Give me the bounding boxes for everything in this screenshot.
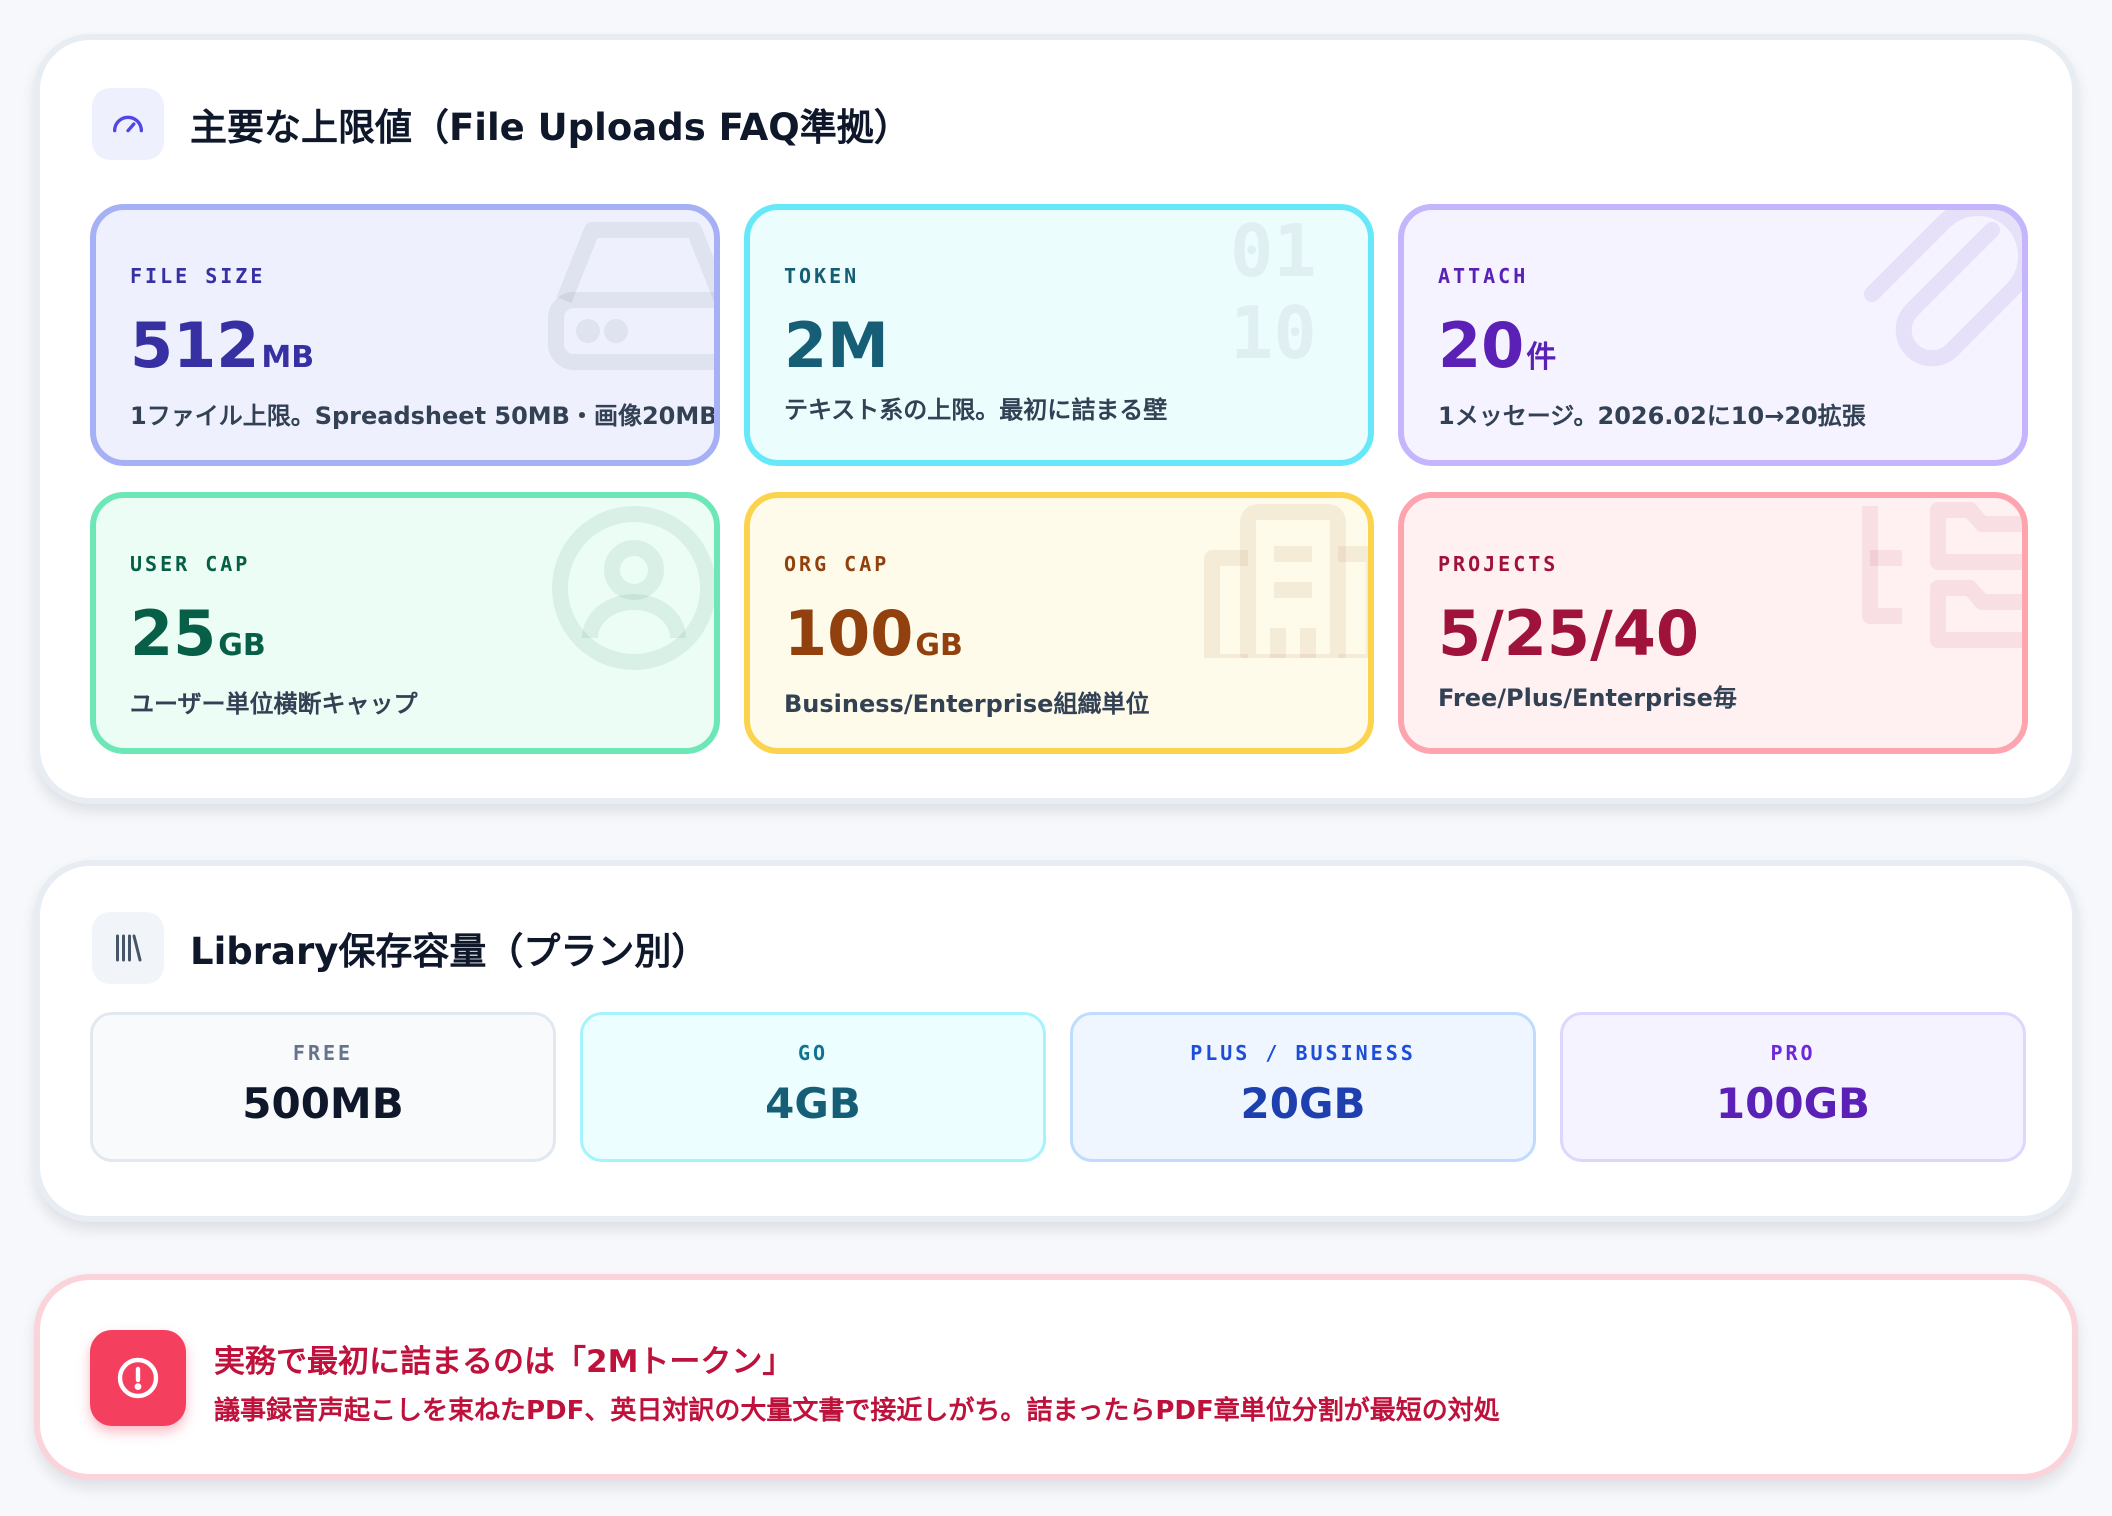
user-cap-desc: ユーザー単位横断キャップ xyxy=(130,690,418,718)
user-cap-value: 25GB xyxy=(130,597,266,670)
hard-drive-icon xyxy=(544,210,714,394)
binary-icon: 01 10 xyxy=(1228,210,1368,384)
limits-title: 主要な上限値（File Uploads FAQ準拠） xyxy=(190,106,911,149)
token-desc: テキスト系の上限。最初に詰まる壁 xyxy=(784,396,1168,424)
alert-panel: 実務で最初に詰まるのは「2Mトークン」 議事録音声起こしを束ねたPDF、英日対訳… xyxy=(34,1274,2078,1480)
projects-label: PROJECTS xyxy=(1438,552,1559,576)
user-cap-label: USER CAP xyxy=(130,552,251,576)
tier-plus-business: PLUS / BUSINESS 20GB xyxy=(1070,1012,1536,1162)
attach-value: 20件 xyxy=(1438,309,1557,382)
user-circle-icon xyxy=(544,498,714,682)
tier-free: FREE 500MB xyxy=(90,1012,556,1162)
alert-body: 議事録音声起こしを束ねたPDF、英日対訳の大量文書で接近しがち。詰まったらPDF… xyxy=(214,1396,1500,1426)
file-size-desc: 1ファイル上限。Spreadsheet 50MB・画像20MB xyxy=(130,402,718,430)
attach-desc: 1メッセージ。2026.02に10→20拡張 xyxy=(1438,402,1866,430)
tier-plus-business-value: 20GB xyxy=(1240,1079,1366,1128)
alert-circle-icon xyxy=(90,1330,186,1426)
folders-icon xyxy=(1862,498,2022,652)
tier-free-value: 500MB xyxy=(242,1079,404,1128)
projects-card: PROJECTS 5/25/40 Free/Plus/Enterprise毎 xyxy=(1398,492,2028,754)
user-cap-unit: GB xyxy=(218,628,266,663)
token-label: TOKEN xyxy=(784,264,860,288)
attach-label: ATTACH xyxy=(1438,264,1529,288)
tier-pro: PRO 100GB xyxy=(1560,1012,2026,1162)
tier-pro-label: PRO xyxy=(1770,1041,1816,1065)
org-cap-desc: Business/Enterprise組織単位 xyxy=(784,690,1150,718)
library-header: Library保存容量（プラン別） xyxy=(92,912,708,984)
token-value: 2M xyxy=(784,309,889,382)
file-size-card: FILE SIZE 512MB 1ファイル上限。Spreadsheet 50MB… xyxy=(90,204,720,466)
attach-unit: 件 xyxy=(1526,340,1557,375)
projects-value: 5/25/40 xyxy=(1438,597,1699,670)
limits-header: 主要な上限値（File Uploads FAQ準拠） xyxy=(92,88,911,160)
speedometer-icon xyxy=(92,88,164,160)
building-icon xyxy=(1198,498,1368,670)
file-size-value: 512MB xyxy=(130,309,315,382)
svg-text:10: 10 xyxy=(1230,291,1317,375)
tier-plus-business-label: PLUS / BUSINESS xyxy=(1190,1041,1416,1065)
limits-panel: 主要な上限値（File Uploads FAQ準拠） FILE SIZE 512… xyxy=(34,34,2078,804)
org-cap-value: 100GB xyxy=(784,597,963,670)
library-icon xyxy=(92,912,164,984)
file-size-label: FILE SIZE xyxy=(130,264,266,288)
paperclip-icon xyxy=(1842,210,2022,384)
alert-title: 実務で最初に詰まるのは「2Mトークン」 xyxy=(214,1344,794,1380)
library-title: Library保存容量（プラン別） xyxy=(190,930,709,973)
org-cap-unit: GB xyxy=(915,628,963,663)
svg-text:01: 01 xyxy=(1230,210,1317,293)
org-cap-label: ORG CAP xyxy=(784,552,890,576)
tier-go-label: GO xyxy=(797,1041,829,1065)
tier-pro-value: 100GB xyxy=(1715,1079,1871,1128)
org-cap-card: ORG CAP 100GB Business/Enterprise組織単位 xyxy=(744,492,1374,754)
tier-free-label: FREE xyxy=(292,1041,354,1065)
tier-go: GO 4GB xyxy=(580,1012,1046,1162)
projects-desc: Free/Plus/Enterprise毎 xyxy=(1438,684,1737,712)
attach-card: ATTACH 20件 1メッセージ。2026.02に10→20拡張 xyxy=(1398,204,2028,466)
user-cap-card: USER CAP 25GB ユーザー単位横断キャップ xyxy=(90,492,720,754)
token-card: 01 10 TOKEN 2M テキスト系の上限。最初に詰まる壁 xyxy=(744,204,1374,466)
library-panel: Library保存容量（プラン別） FREE 500MB GO 4GB PLUS… xyxy=(34,860,2078,1222)
tier-go-value: 4GB xyxy=(765,1079,861,1128)
file-size-unit: MB xyxy=(261,340,315,375)
